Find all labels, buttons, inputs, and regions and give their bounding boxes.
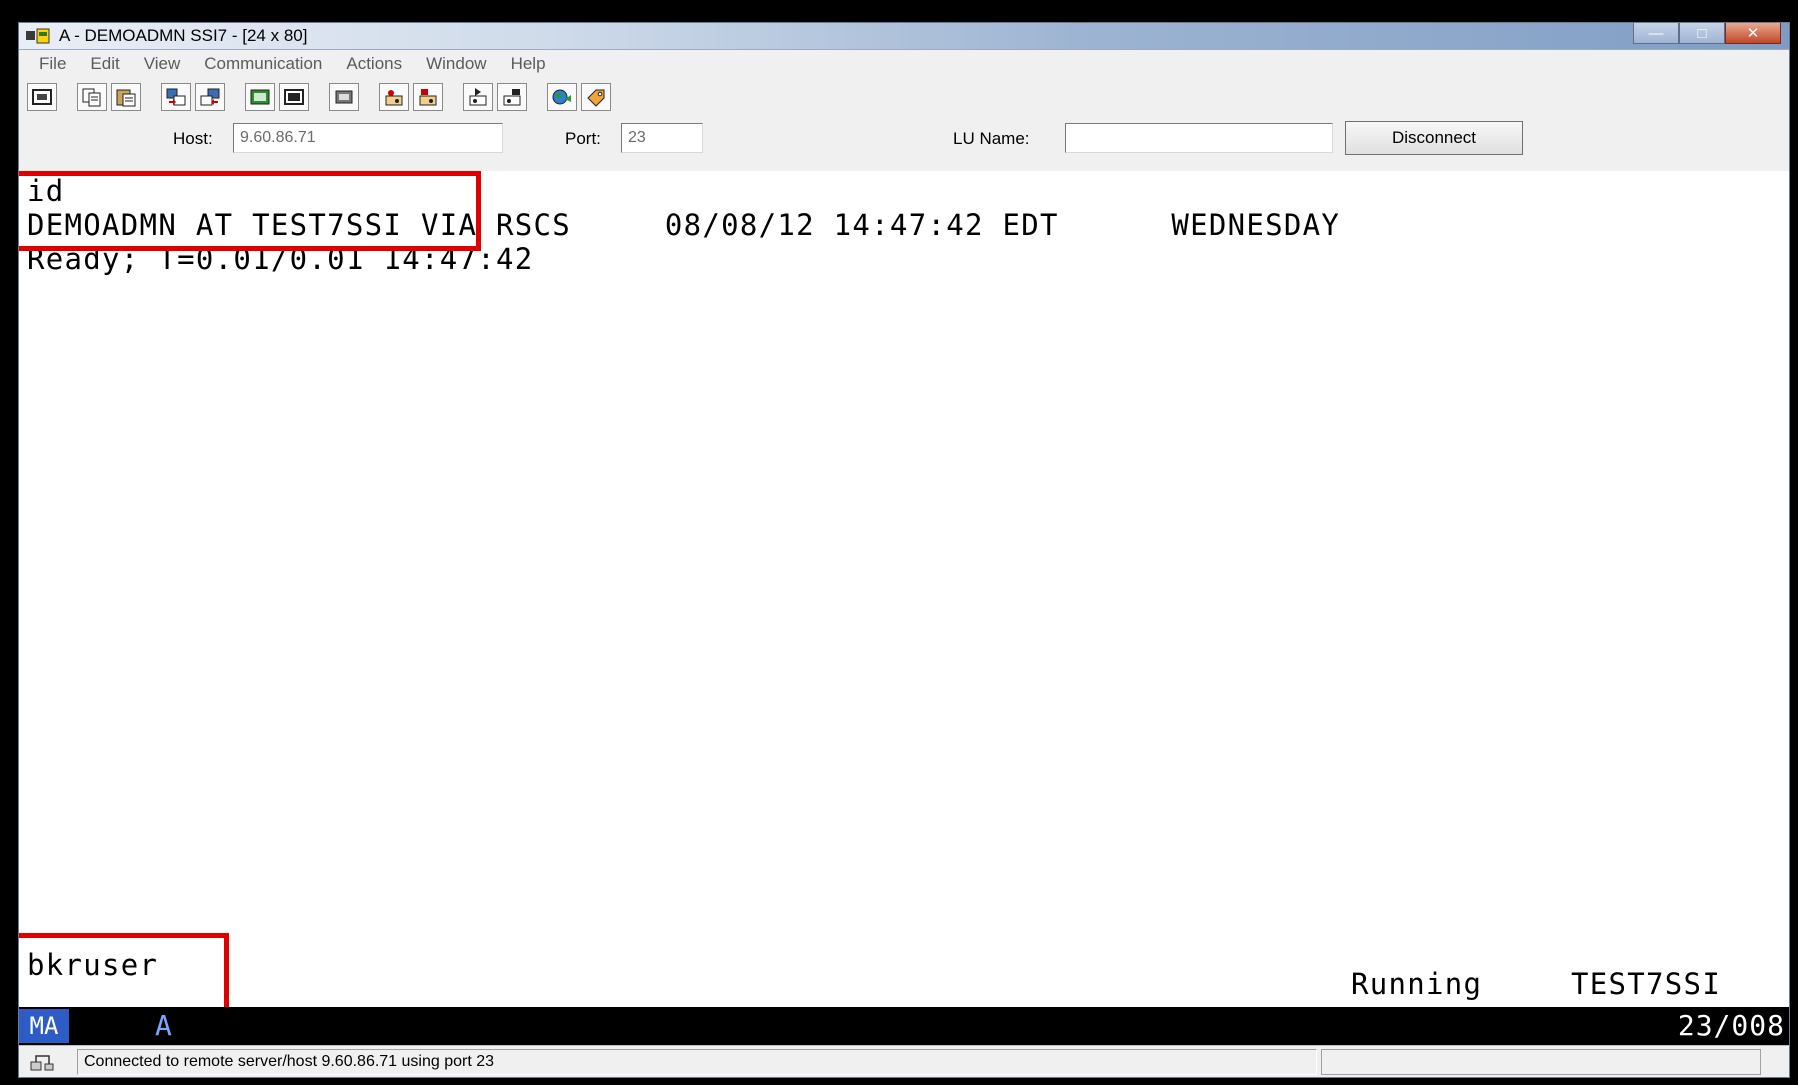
display-icon bbox=[250, 89, 270, 105]
maximize-button[interactable]: □ bbox=[1679, 23, 1725, 44]
terminal-screen[interactable]: id DEMOADMN AT TEST7SSI VIA RSCS 08/08/1… bbox=[19, 171, 1789, 1019]
port-input[interactable]: 23 bbox=[621, 123, 703, 153]
macro-icon bbox=[335, 90, 353, 104]
connection-bar: Host: 9.60.86.71 Port: 23 LU Name: Disco… bbox=[19, 119, 1789, 159]
menu-window[interactable]: Window bbox=[426, 54, 486, 74]
display-button[interactable] bbox=[245, 83, 275, 111]
minimize-icon: — bbox=[1648, 24, 1664, 42]
copy-icon bbox=[82, 88, 101, 107]
menu-actions[interactable]: Actions bbox=[346, 54, 402, 74]
disconnect-button[interactable]: Disconnect bbox=[1345, 121, 1523, 155]
globe-icon bbox=[552, 89, 571, 105]
host-input[interactable]: 9.60.86.71 bbox=[233, 123, 503, 153]
play-macro-button[interactable] bbox=[413, 83, 443, 111]
window-controls: — □ ✕ bbox=[1633, 23, 1781, 45]
paste-icon bbox=[116, 89, 136, 107]
status-system: TEST7SSI bbox=[1571, 967, 1722, 1001]
oia-a-indicator: A bbox=[155, 1009, 172, 1042]
status-state: Running bbox=[1351, 967, 1483, 1001]
menu-edit[interactable]: Edit bbox=[90, 54, 119, 74]
oia-ma-indicator: MA bbox=[19, 1009, 69, 1043]
stop-trace-icon bbox=[503, 89, 521, 106]
menu-bar: File Edit View Communication Actions Win… bbox=[19, 51, 1789, 77]
send-file-button[interactable] bbox=[161, 83, 191, 111]
close-icon: ✕ bbox=[1746, 25, 1760, 42]
send-file-icon bbox=[166, 88, 186, 106]
toolbar bbox=[27, 81, 615, 113]
tag-icon bbox=[587, 89, 605, 107]
cursor-position: 23/008 bbox=[1677, 1009, 1785, 1042]
port-label: Port: bbox=[565, 129, 601, 148]
operator-info-area: MA A 23/008 bbox=[19, 1007, 1789, 1045]
menu-communication[interactable]: Communication bbox=[204, 54, 322, 74]
minimize-button[interactable]: — bbox=[1633, 23, 1679, 44]
status-cell bbox=[1321, 1049, 1761, 1075]
tag-button[interactable] bbox=[581, 83, 611, 111]
record-macro-icon bbox=[385, 90, 403, 106]
menu-file[interactable]: File bbox=[39, 54, 66, 74]
status-bar: Connected to remote server/host 9.60.86.… bbox=[19, 1045, 1789, 1077]
macro-button[interactable] bbox=[329, 83, 359, 111]
receive-file-button[interactable] bbox=[195, 83, 225, 111]
stop-trace-button[interactable] bbox=[497, 83, 527, 111]
title-bar[interactable]: A - DEMOADMN SSI7 - [24 x 80] — □ ✕ bbox=[19, 23, 1789, 50]
emulator-window: A - DEMOADMN SSI7 - [24 x 80] — □ ✕ File… bbox=[18, 22, 1790, 1078]
copy-button[interactable] bbox=[77, 83, 107, 111]
print-screen-button[interactable] bbox=[27, 83, 57, 111]
status-message: Connected to remote server/host 9.60.86.… bbox=[77, 1049, 1317, 1075]
app-icon bbox=[26, 28, 50, 44]
host-label: Host: bbox=[173, 129, 213, 148]
lu-name-label: LU Name: bbox=[953, 129, 1030, 148]
maximize-icon: □ bbox=[1697, 24, 1707, 42]
start-trace-button[interactable] bbox=[463, 83, 493, 111]
play-macro-icon bbox=[419, 89, 437, 106]
lu-name-input[interactable] bbox=[1065, 123, 1333, 153]
menu-view[interactable]: View bbox=[144, 54, 181, 74]
paste-button[interactable] bbox=[111, 83, 141, 111]
record-macro-button[interactable] bbox=[379, 83, 409, 111]
window-title: A - DEMOADMN SSI7 - [24 x 80] bbox=[59, 26, 308, 45]
globe-button[interactable] bbox=[547, 83, 577, 111]
network-icon bbox=[30, 1055, 54, 1071]
print-screen-icon bbox=[32, 89, 52, 105]
keypad-icon bbox=[284, 89, 304, 105]
receive-file-icon bbox=[200, 88, 220, 106]
keypad-button[interactable] bbox=[279, 83, 309, 111]
close-button[interactable]: ✕ bbox=[1725, 23, 1781, 44]
menu-help[interactable]: Help bbox=[511, 54, 546, 74]
highlight-box-command bbox=[19, 171, 481, 251]
start-trace-icon bbox=[469, 88, 487, 106]
